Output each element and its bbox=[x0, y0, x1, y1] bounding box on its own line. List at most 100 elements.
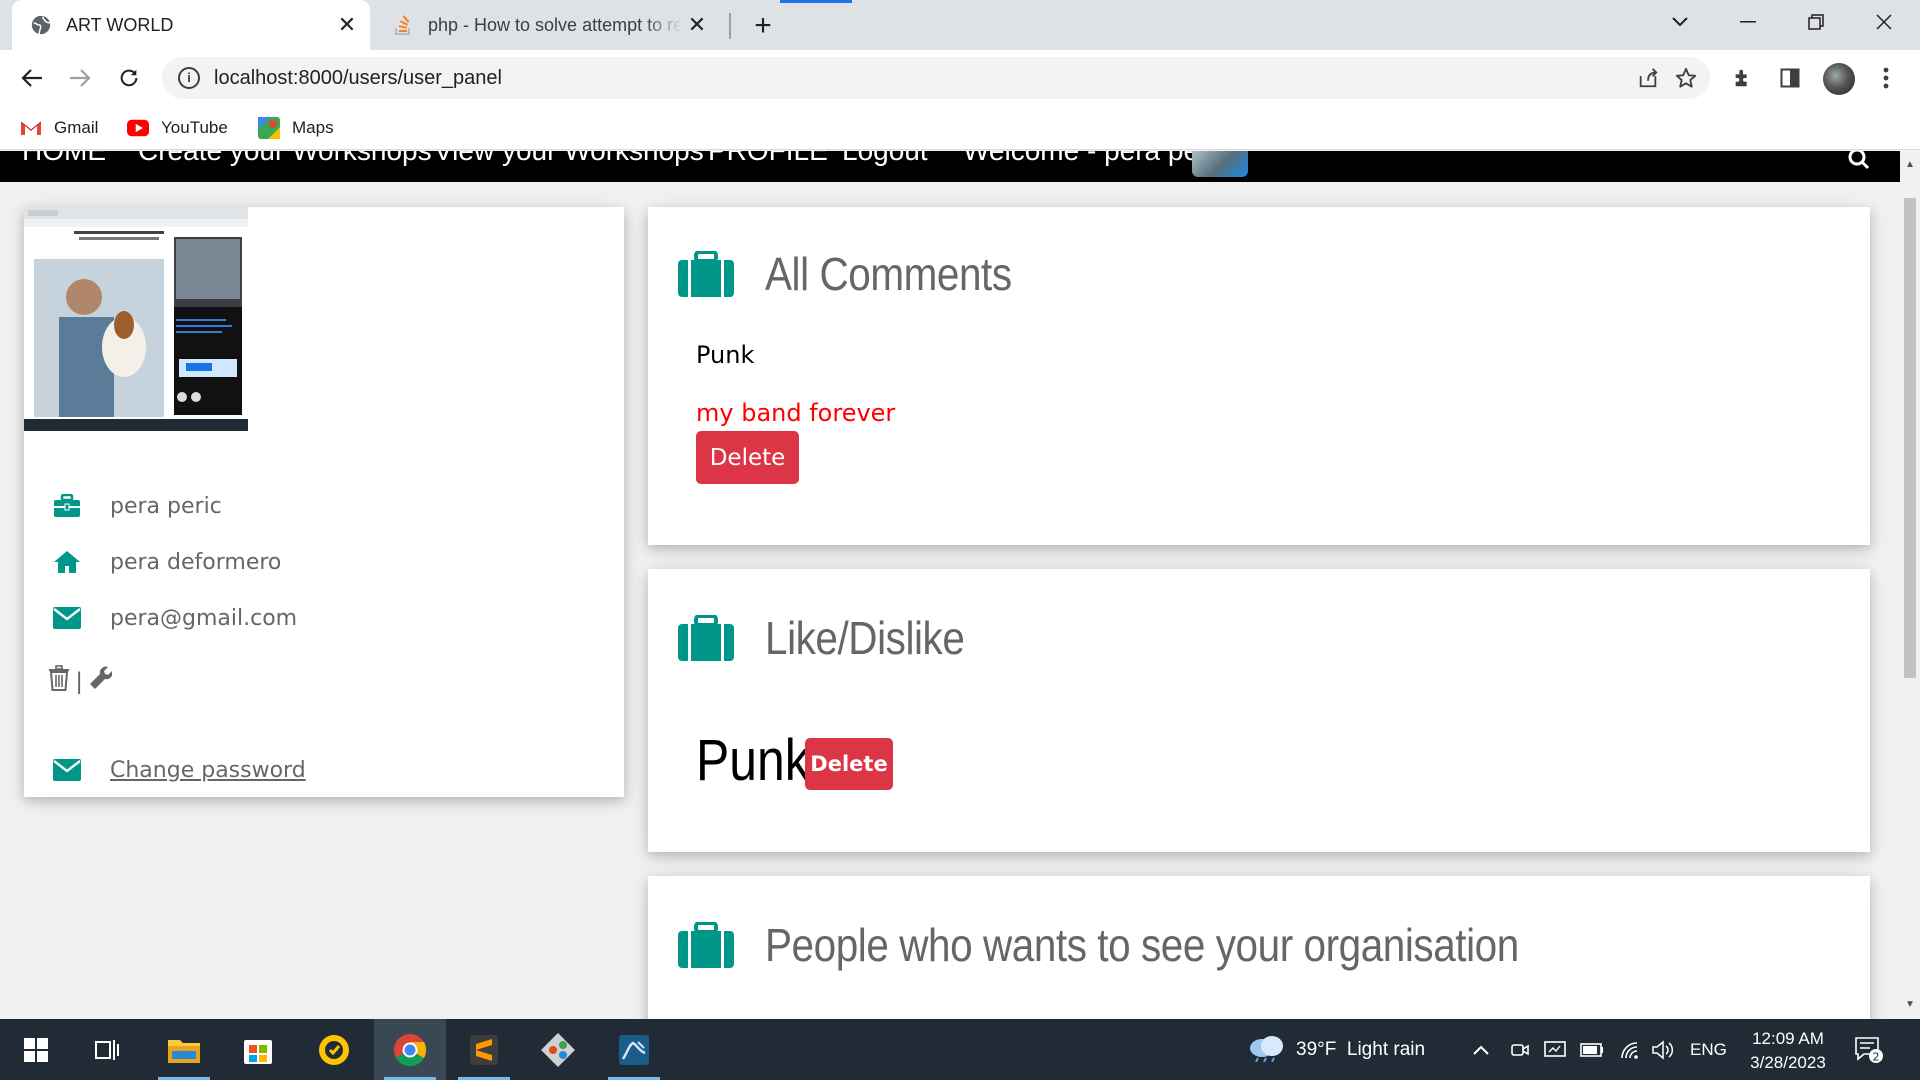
meet-now-icon[interactable] bbox=[1510, 1019, 1530, 1080]
change-password-row: Change password bbox=[50, 753, 306, 787]
page-scrollbar[interactable]: ▲ ▼ bbox=[1900, 151, 1920, 1019]
change-password-link[interactable]: Change password bbox=[110, 758, 306, 783]
tab-separator bbox=[729, 13, 731, 39]
delete-comment-button[interactable]: Delete bbox=[696, 431, 799, 484]
search-icon[interactable] bbox=[1848, 151, 1870, 179]
address-bar[interactable]: i localhost:8000/users/user_panel bbox=[162, 57, 1710, 99]
profile-email: pera@gmail.com bbox=[110, 605, 298, 631]
bookmark-star-icon[interactable] bbox=[1672, 64, 1700, 92]
minimize-icon[interactable] bbox=[1720, 0, 1776, 44]
tab-search-chevron-icon[interactable] bbox=[1652, 0, 1708, 44]
task-view-icon[interactable] bbox=[72, 1019, 144, 1080]
people-card: People who wants to see your organisatio… bbox=[648, 876, 1870, 1019]
wrench-icon[interactable] bbox=[88, 666, 113, 697]
scrollbar-thumb[interactable] bbox=[1904, 198, 1916, 678]
liked-category: Punk bbox=[696, 728, 810, 793]
taskbar-clock[interactable]: 12:09 AM 3/28/2023 bbox=[1740, 1027, 1836, 1075]
site-navbar: HOME Create your Workshops View your Wor… bbox=[0, 151, 1900, 182]
sublime-text-icon[interactable] bbox=[448, 1019, 520, 1080]
url-text: localhost:8000/users/user_panel bbox=[214, 67, 502, 89]
share-icon[interactable] bbox=[1634, 64, 1662, 92]
reload-icon[interactable] bbox=[111, 60, 147, 96]
clock-date: 3/28/2023 bbox=[1750, 1053, 1826, 1072]
briefcase-icon bbox=[678, 251, 734, 297]
profile-address: pera deformero bbox=[110, 549, 282, 575]
tray-overflow-chevron-icon[interactable] bbox=[1472, 1019, 1490, 1080]
comments-title: All Comments bbox=[765, 248, 1012, 300]
profile-avatar[interactable] bbox=[1823, 63, 1855, 95]
wifi-icon[interactable] bbox=[1620, 1019, 1642, 1080]
tab-loading-indicator bbox=[780, 0, 852, 3]
weather-widget[interactable]: 39°F Light rain bbox=[1246, 1019, 1425, 1080]
language-indicator[interactable]: ENG bbox=[1690, 1019, 1727, 1080]
actions-separator: | bbox=[76, 667, 83, 695]
comments-card-header: All Comments bbox=[678, 247, 1045, 301]
cloud-rain-icon bbox=[1246, 1032, 1286, 1068]
tab-title: ART WORLD bbox=[66, 14, 174, 35]
tab-title: php - How to solve attempt to re bbox=[428, 14, 682, 35]
profile-actions: | bbox=[48, 665, 113, 698]
close-window-icon[interactable] bbox=[1856, 0, 1912, 44]
scroll-up-arrow-icon[interactable]: ▲ bbox=[1904, 159, 1916, 171]
nav-home-link[interactable]: HOME bbox=[22, 151, 106, 167]
weather-text: 39°F Light rain bbox=[1296, 1038, 1426, 1060]
briefcase-icon bbox=[678, 922, 734, 968]
battery-icon bbox=[1580, 1019, 1604, 1080]
comment-category: Punk bbox=[696, 341, 755, 369]
git-kraken-icon[interactable] bbox=[522, 1019, 594, 1080]
nav-user-avatar bbox=[1192, 151, 1248, 177]
back-arrow-icon[interactable] bbox=[14, 60, 50, 96]
mysql-workbench-icon[interactable] bbox=[598, 1019, 670, 1080]
close-tab-icon[interactable]: ✕ bbox=[332, 10, 362, 40]
browser-toolbar: i localhost:8000/users/user_panel bbox=[0, 50, 1920, 106]
profile-address-row: pera deformero bbox=[50, 545, 281, 579]
tab-stackoverflow[interactable]: php - How to solve attempt to re ✕ bbox=[378, 0, 720, 50]
scroll-down-arrow-icon[interactable]: ▼ bbox=[1904, 999, 1916, 1011]
microsoft-store-icon[interactable] bbox=[222, 1019, 294, 1080]
nav-logout-link[interactable]: Logout bbox=[842, 151, 928, 167]
nav-create-workshops-link[interactable]: Create your Workshops bbox=[138, 151, 432, 167]
bookmark-label: Maps bbox=[292, 118, 334, 137]
nav-view-workshops-link[interactable]: View your Workshops bbox=[434, 151, 704, 167]
bookmarks-bar: Gmail YouTube Maps bbox=[0, 106, 1920, 150]
bookmark-gmail[interactable]: Gmail bbox=[20, 114, 98, 142]
norton-icon[interactable] bbox=[298, 1019, 370, 1080]
extensions-puzzle-icon[interactable] bbox=[1727, 62, 1759, 94]
clock-time: 12:09 AM bbox=[1752, 1029, 1824, 1048]
trash-icon[interactable] bbox=[48, 665, 70, 698]
comment-text: my band forever bbox=[696, 399, 896, 427]
like-dislike-card: Like/Dislike Punk Delete bbox=[648, 569, 1870, 852]
volume-icon[interactable] bbox=[1652, 1019, 1674, 1080]
site-info-icon[interactable]: i bbox=[178, 67, 200, 89]
delete-like-button[interactable]: Delete bbox=[805, 738, 893, 790]
maps-icon bbox=[258, 117, 280, 139]
briefcase-icon bbox=[50, 494, 84, 518]
stackoverflow-icon bbox=[392, 14, 414, 36]
envelope-icon bbox=[50, 607, 84, 629]
bookmark-youtube[interactable]: YouTube bbox=[127, 114, 228, 142]
forward-arrow-icon[interactable] bbox=[62, 60, 98, 96]
gmail-icon bbox=[20, 118, 42, 138]
nav-profile-link[interactable]: PROFILE bbox=[708, 151, 828, 167]
close-tab-icon[interactable]: ✕ bbox=[682, 10, 712, 40]
profile-name-row: pera peric bbox=[50, 489, 222, 523]
chrome-icon[interactable] bbox=[374, 1019, 446, 1080]
tab-art-world[interactable]: ART WORLD ✕ bbox=[12, 0, 370, 50]
file-explorer-icon[interactable] bbox=[148, 1019, 220, 1080]
globe-icon bbox=[30, 14, 52, 36]
bookmark-label: YouTube bbox=[161, 118, 228, 137]
windows-start-icon[interactable] bbox=[0, 1019, 72, 1080]
comments-card: All Comments Punk my band forever Delete bbox=[648, 207, 1870, 545]
bookmark-maps[interactable]: Maps bbox=[258, 114, 334, 142]
side-panel-icon[interactable] bbox=[1774, 62, 1806, 94]
profile-email-row: pera@gmail.com bbox=[50, 601, 297, 635]
new-tab-button[interactable]: + bbox=[745, 8, 781, 44]
kebab-menu-icon[interactable] bbox=[1870, 62, 1902, 94]
nav-welcome-text: Welcome - pera peric bbox=[963, 151, 1229, 167]
notification-center-icon[interactable]: 2 bbox=[1854, 1019, 1884, 1080]
profile-name: pera peric bbox=[110, 493, 222, 519]
youtube-icon bbox=[127, 118, 149, 138]
notification-count: 2 bbox=[1873, 1050, 1880, 1063]
display-icon[interactable] bbox=[1544, 1019, 1566, 1080]
restore-icon[interactable] bbox=[1788, 0, 1844, 44]
